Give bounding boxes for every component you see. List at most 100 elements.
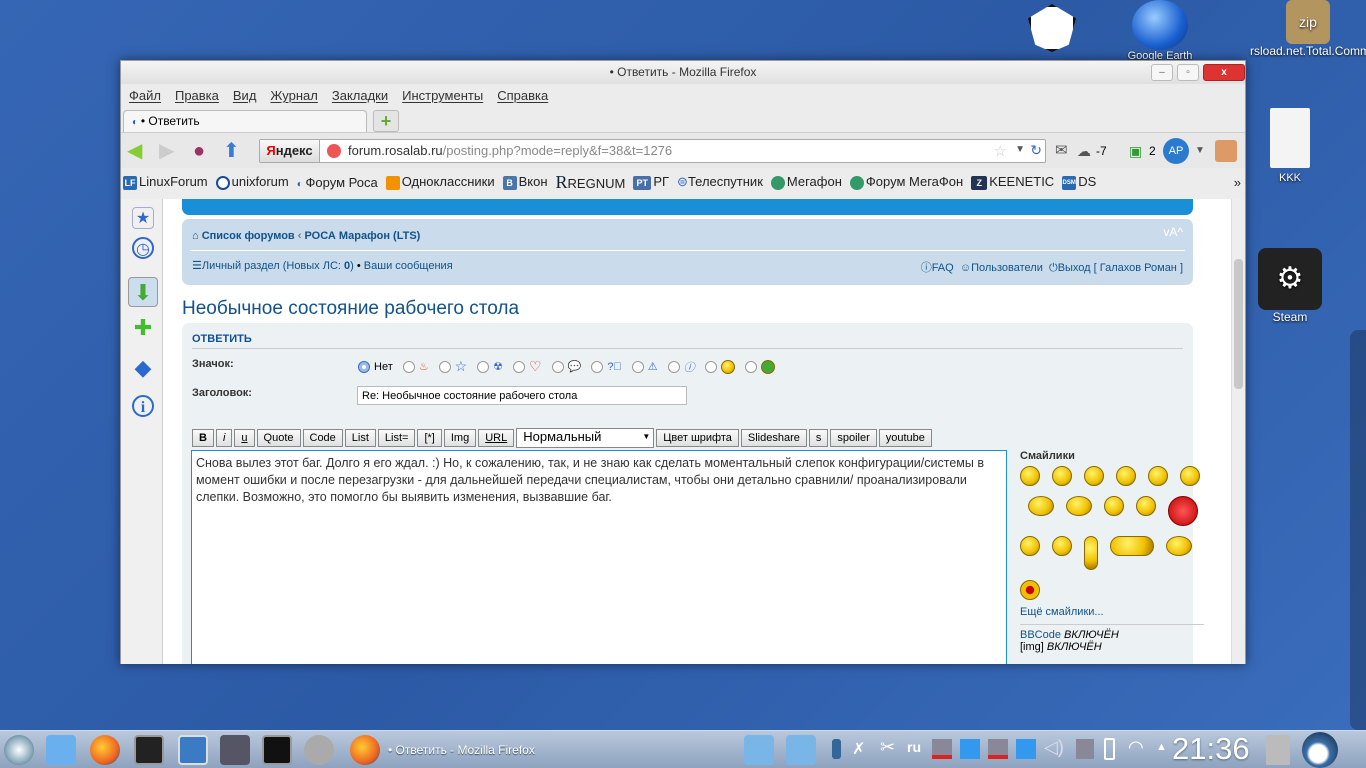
icon-radio-heart[interactable] [513, 360, 526, 373]
clock[interactable]: 21:36 [1172, 731, 1250, 767]
history-clock-icon[interactable]: ◷ [132, 237, 154, 259]
bookmark-linuxforum[interactable]: LF LinuxForum [123, 174, 208, 190]
bookmark-forum-megafon[interactable]: Форум МегаФон [849, 174, 963, 190]
desktop-icon-google-earth[interactable]: Google Earth [1120, 0, 1200, 62]
menu-edit[interactable]: Правка [175, 84, 219, 108]
ordered-list-button[interactable]: List= [377, 429, 416, 447]
vertical-scrollbar[interactable] [1231, 199, 1245, 664]
home-icon[interactable]: ⬆ [223, 140, 240, 162]
devil-smiley-icon[interactable] [1168, 496, 1198, 526]
smiley-icon[interactable] [1084, 466, 1104, 486]
menu-help[interactable]: Справка [497, 84, 548, 108]
clipboard-scissors-icon[interactable]: ✂ [880, 737, 895, 758]
angel-smiley-icon[interactable] [1166, 536, 1192, 556]
settings-icon[interactable]: ◆ [132, 357, 154, 379]
network-disconnected-icon[interactable] [988, 739, 1008, 759]
network-icon[interactable] [220, 735, 250, 765]
breadcrumb-forum-list[interactable]: Список форумов [202, 230, 295, 242]
bookmark-keenetic[interactable]: Z KEENETIC [971, 174, 1054, 190]
minimize-button[interactable]: – [1151, 64, 1173, 81]
url-text[interactable]: forum.rosalab.ru/posting.php?mode=reply&… [348, 140, 672, 162]
smiley-icon[interactable] [1028, 496, 1054, 516]
title-bar[interactable]: • Ответить - Mozilla Firefox – ▫ x [121, 61, 1245, 84]
logout-link[interactable]: Выход [ Галахов Роман ] [1058, 262, 1183, 274]
downloads-icon[interactable]: ⬇ [128, 277, 158, 307]
mail-icon[interactable]: ✉ [1055, 140, 1068, 162]
desktop-icon-kkk[interactable]: KKK [1258, 108, 1322, 184]
users-link[interactable]: Пользователи [971, 262, 1043, 274]
close-button[interactable]: x [1203, 64, 1245, 81]
page-title[interactable]: Необычное состояние рабочего стола [182, 298, 519, 320]
tab-reply[interactable]: ◐ • Ответить [123, 110, 367, 132]
icon-radio-smile[interactable] [704, 360, 717, 373]
system-monitor-icon[interactable] [178, 735, 208, 765]
firefox-icon[interactable] [90, 735, 120, 765]
network-disconnected-icon[interactable] [932, 739, 952, 759]
counter-icon[interactable]: ▣ [1129, 140, 1142, 162]
icon-radio-star[interactable] [438, 360, 451, 373]
back-icon[interactable]: ◀ [127, 140, 142, 162]
icon-radio-speech[interactable] [551, 360, 564, 373]
breadcrumb-rosa-marathon[interactable]: РОСА Марафон (LTS) [304, 230, 420, 242]
oscilloscope-icon[interactable] [262, 735, 292, 765]
icon-radio-question[interactable] [591, 360, 604, 373]
img-button[interactable]: Img [443, 429, 477, 447]
smiley-icon[interactable] [1066, 496, 1092, 516]
personal-area-link[interactable]: Личный раздел (Новых ЛС: 0) [202, 260, 354, 272]
mute-icon[interactable]: ✗ [852, 739, 865, 759]
file-manager-icon[interactable] [46, 735, 76, 765]
bookmark-megafon[interactable]: Мегафон [770, 174, 842, 190]
underline-button[interactable]: u [234, 429, 255, 447]
forward-icon[interactable]: ▶ [159, 140, 174, 162]
rosa-orb-icon[interactable] [1302, 732, 1338, 768]
my-posts-link[interactable]: Ваши сообщения [364, 260, 453, 272]
menu-file[interactable]: Файл [129, 84, 161, 108]
scrollbar-thumb[interactable] [1234, 259, 1243, 389]
smiley-icon[interactable] [1104, 496, 1124, 516]
smiley-icon[interactable] [1180, 466, 1200, 486]
bookmark-rg[interactable]: PT РГ [633, 174, 669, 190]
slideshare-button[interactable]: Slideshare [740, 429, 807, 447]
menu-tools[interactable]: Инструменты [402, 84, 483, 108]
menu-bookmarks[interactable]: Закладки [332, 84, 388, 108]
weather-icon[interactable]: ☁ [1077, 140, 1091, 162]
italic-button[interactable]: i [215, 429, 233, 447]
new-tab-button[interactable]: + [373, 110, 399, 132]
smiley-icon[interactable] [1020, 466, 1040, 486]
addons-puzzle-icon[interactable]: ✚ [132, 317, 154, 339]
list-button[interactable]: List [344, 429, 376, 447]
menu-history[interactable]: Журнал [270, 84, 317, 108]
reload-icon[interactable]: ↻ [1030, 142, 1042, 159]
bookmark-vkon[interactable]: B Вкон [502, 174, 548, 190]
smiley-icon[interactable] [1148, 466, 1168, 486]
expand-tray-icon[interactable]: ▲ [1156, 741, 1167, 753]
trash-icon[interactable] [1266, 735, 1290, 765]
bookmarks-icon[interactable]: ★ [132, 207, 154, 229]
icon-radio-warning[interactable] [631, 360, 644, 373]
bookmark-odnoklassniki[interactable]: Одноклассники [385, 174, 495, 190]
bookmark-forum-rosa[interactable]: ◐ Форум Роса [297, 175, 378, 190]
desktop-icon-total-commander[interactable]: ziprsload.net.Total.Commander.v8.0 [1250, 0, 1366, 58]
menu-view[interactable]: Вид [233, 84, 257, 108]
keyboard-layout[interactable]: ru [907, 739, 921, 755]
wifi-icon[interactable]: ◠ [1128, 737, 1144, 758]
smiley-icon[interactable] [1136, 496, 1156, 516]
font-color-button[interactable]: Цвет шрифта [656, 429, 739, 447]
volume-icon[interactable]: ◁) [1044, 737, 1064, 758]
smiley-icon[interactable] [1084, 536, 1098, 570]
info-icon[interactable]: i [132, 395, 154, 417]
updates-icon[interactable] [832, 739, 841, 759]
maximize-button[interactable]: ▫ [1177, 64, 1199, 81]
bookmark-telesputnik[interactable]: ⊜Телеспутник [677, 174, 763, 190]
bookmark-regnum[interactable]: RREGNUM [556, 172, 626, 193]
terminal-icon[interactable] [134, 735, 164, 765]
icon-radio-radioactive[interactable] [477, 360, 490, 373]
network-connected-icon[interactable] [960, 739, 980, 759]
taskbar-task-firefox[interactable]: • Ответить - Mozilla Firefox [350, 735, 535, 765]
dropdown-icon[interactable]: ▼ [1015, 144, 1025, 155]
battery-icon[interactable] [1104, 738, 1115, 760]
extension-icon[interactable] [1215, 140, 1237, 162]
desktop-icon-steam[interactable]: ⚙ Steam [1254, 248, 1326, 324]
smiley-icon[interactable] [1052, 466, 1072, 486]
documents-folder-icon[interactable] [744, 735, 774, 765]
